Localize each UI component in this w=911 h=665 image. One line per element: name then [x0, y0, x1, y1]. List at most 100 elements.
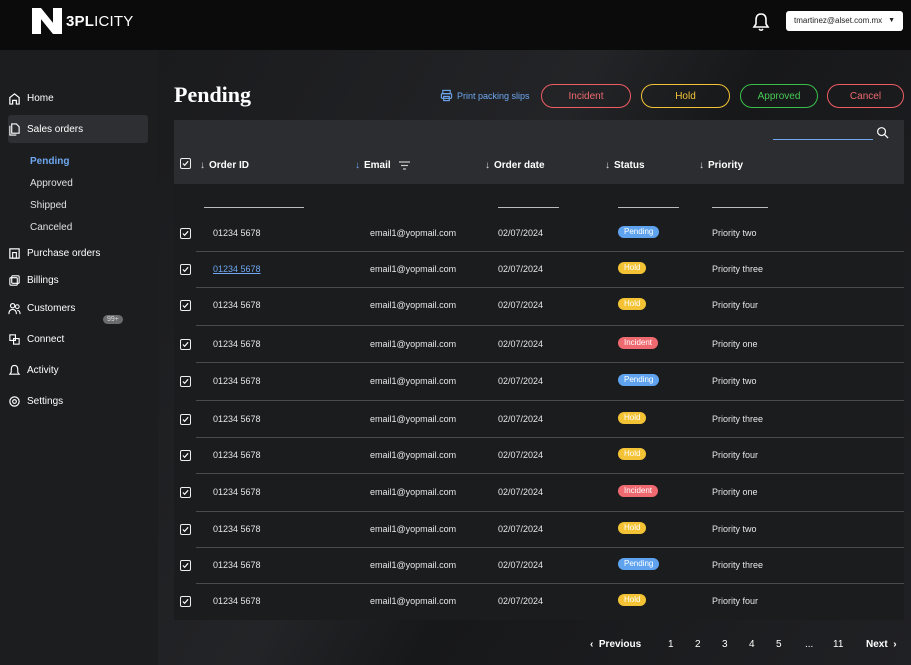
sidebar-item-home[interactable]: Home [8, 84, 148, 112]
approved-button[interactable]: Approved [740, 84, 818, 108]
previous-page-button[interactable]: ‹ Previous [590, 639, 641, 650]
sidebar-item-billings[interactable]: Billings [8, 266, 148, 294]
page-title: Pending [174, 82, 252, 107]
sidebar-item-purchase-orders[interactable]: Purchase orders [8, 239, 148, 267]
row-checkbox[interactable] [180, 487, 191, 498]
sidebar-item-settings[interactable]: Settings [8, 387, 148, 415]
bell-icon [8, 364, 21, 375]
order-date-cell: 02/07/2024 [498, 228, 544, 238]
sidebar-item-customers[interactable]: Customers [8, 294, 148, 322]
orders-table [174, 120, 904, 620]
row-checkbox[interactable] [180, 264, 191, 275]
order-date-cell: 02/07/2024 [498, 560, 544, 570]
order-id-cell: 01234 5678 [213, 524, 261, 534]
cards-icon [9, 274, 20, 286]
priority-cell: Priority one [712, 487, 758, 497]
store-icon [9, 247, 20, 259]
sort-arrow-icon: ↓ [485, 160, 490, 171]
priority-cell: Priority two [712, 228, 757, 238]
row-divider [196, 511, 904, 512]
row-checkbox[interactable] [180, 560, 191, 571]
order-id-filter-input[interactable] [204, 207, 304, 208]
sidebar-subitem-canceled[interactable]: Canceled [30, 222, 72, 233]
row-checkbox[interactable] [180, 450, 191, 461]
order-date-cell: 02/07/2024 [498, 596, 544, 606]
check-icon [182, 416, 189, 423]
filter-icon[interactable] [398, 161, 410, 170]
sidebar-subitem-pending[interactable]: Pending [30, 156, 69, 167]
page-5-button[interactable]: 5 [776, 639, 782, 650]
row-checkbox[interactable] [180, 524, 191, 535]
order-id-cell: 01234 5678 [213, 450, 261, 460]
sidebar-item-sales-orders[interactable]: Sales orders [8, 115, 148, 143]
priority-cell: Priority one [712, 339, 758, 349]
column-header-priority[interactable]: ↓ Priority [699, 160, 743, 171]
home-icon [9, 92, 20, 105]
documents-icon [9, 122, 20, 136]
row-checkbox[interactable] [180, 414, 191, 425]
order-id-cell: 01234 5678 [213, 560, 261, 570]
sidebar-item-activity[interactable]: Activity [8, 356, 148, 384]
row-divider [196, 325, 904, 326]
order-id-cell: 01234 5678 [213, 414, 261, 424]
order-id-cell[interactable]: 01234 5678 [213, 264, 261, 274]
hold-button[interactable]: Hold [641, 84, 730, 108]
page-2-button[interactable]: 2 [695, 639, 701, 650]
row-checkbox[interactable] [180, 596, 191, 607]
row-divider [196, 547, 904, 548]
row-checkbox[interactable] [180, 300, 191, 311]
print-packing-slips-link[interactable]: Print packing slips [440, 89, 530, 102]
table-toolbar [174, 120, 904, 148]
order-date-cell: 02/07/2024 [498, 339, 544, 349]
row-divider [196, 287, 904, 288]
sidebar-item-label: Home [27, 92, 54, 104]
search-input[interactable] [773, 139, 873, 140]
order-date-cell: 02/07/2024 [498, 376, 544, 386]
status-badge: Hold [618, 448, 647, 460]
column-header-status[interactable]: ↓ Status [605, 160, 645, 171]
column-header-email[interactable]: ↓ Email [355, 160, 410, 171]
user-account-select[interactable]: tmartinez@alset.com.mx ▼ [786, 11, 903, 31]
cancel-button[interactable]: Cancel [827, 84, 904, 108]
order-date-cell: 02/07/2024 [498, 487, 544, 497]
check-icon [182, 341, 189, 348]
page-11-button[interactable]: 11 [833, 639, 843, 650]
page-1-button[interactable]: 1 [668, 639, 674, 650]
sidebar-item-label: Connect [27, 333, 65, 345]
sidebar-subitem-shipped[interactable]: Shipped [30, 200, 67, 211]
top-bar [0, 0, 911, 50]
select-all-checkbox[interactable] [180, 158, 191, 169]
order-id-cell: 01234 5678 [213, 596, 261, 606]
row-checkbox[interactable] [180, 339, 191, 350]
bell-icon[interactable] [752, 12, 770, 32]
check-icon [182, 598, 189, 605]
row-divider [196, 362, 904, 363]
status-badge: Hold [618, 594, 647, 606]
status-badge: Incident [618, 337, 659, 349]
search-icon[interactable] [876, 126, 889, 139]
status-badge: Incident [618, 485, 659, 497]
email-cell: email1@yopmail.com [370, 487, 457, 497]
priority-filter-input[interactable] [712, 207, 768, 208]
row-checkbox[interactable] [180, 228, 191, 239]
sidebar-subitem-approved[interactable]: Approved [30, 178, 73, 189]
column-header-order-date[interactable]: ↓ Order date [485, 160, 545, 171]
page-4-button[interactable]: 4 [749, 639, 755, 650]
column-header-order-id[interactable]: ↓ Order ID [200, 160, 249, 171]
incident-button[interactable]: Incident [541, 84, 631, 108]
brand-name: 3PLICITY [66, 12, 134, 30]
page-ellipsis: ... [805, 639, 814, 650]
order-date-filter-input[interactable] [498, 207, 559, 208]
sort-arrow-icon: ↓ [699, 160, 704, 171]
brand-logo[interactable]: 3PLICITY [32, 8, 133, 34]
status-badge: Pending [618, 374, 660, 386]
status-badge: Pending [618, 226, 660, 238]
check-icon [182, 302, 189, 309]
row-checkbox[interactable] [180, 376, 191, 387]
sidebar-item-label: Billings [27, 274, 59, 286]
status-filter-input[interactable] [618, 207, 679, 208]
users-icon [8, 302, 21, 314]
page-3-button[interactable]: 3 [722, 639, 728, 650]
sidebar-item-connect[interactable]: Connect [8, 325, 148, 353]
next-page-button[interactable]: Next › [866, 639, 897, 650]
